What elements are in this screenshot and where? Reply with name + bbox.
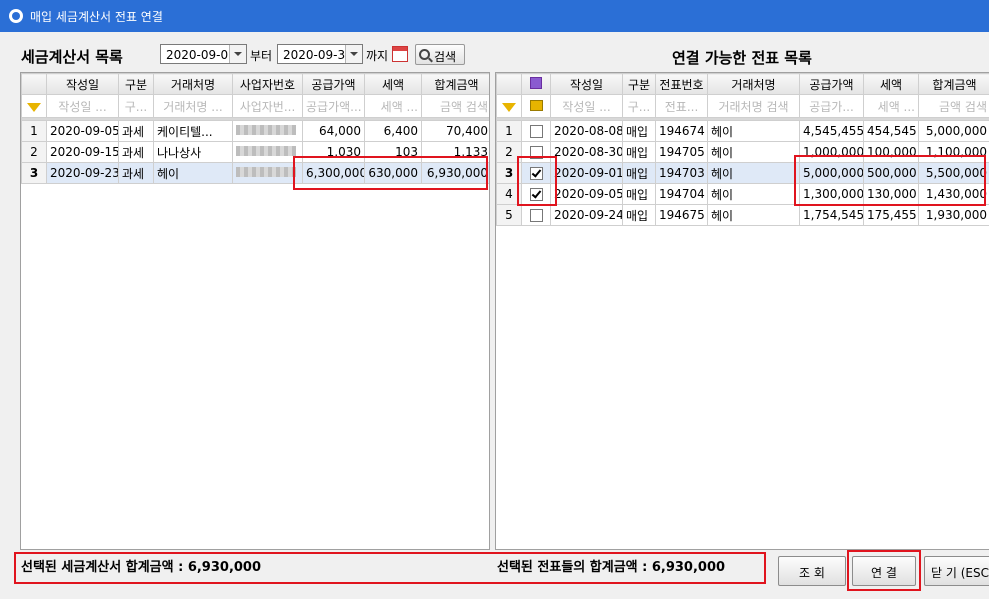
select-all-checkbox[interactable] [521,73,551,95]
to-label: 까지 [366,49,389,63]
col-header-total[interactable]: 합계금액 [918,73,989,95]
filter-total[interactable]: 금액 검색 [421,94,489,118]
filter-check-cell[interactable] [521,94,551,118]
table-row[interactable]: 5 2020-09-24 매입 194675 헤이 1,754,545 175,… [496,204,989,226]
filter-total[interactable]: 금액 검색 [918,94,989,118]
col-header-supply[interactable]: 공급가액 [799,73,864,95]
masked-bizno [232,162,303,184]
app-icon [9,9,23,23]
filter-cell[interactable] [21,94,47,118]
filter-type[interactable]: 구... [622,94,656,118]
search-button[interactable]: 검색 [415,44,465,65]
col-header-bizno[interactable]: 사업자번호 [232,73,303,95]
annotation-box-slip-amounts [794,155,986,206]
window-title: 매입 세금계산서 전표 연결 [30,10,163,24]
col-header-supply[interactable]: 공급가액 [302,73,365,95]
masked-bizno [232,120,303,142]
filter-supply[interactable]: 공급가... [799,94,864,118]
filter-supply[interactable]: 공급가액... [302,94,365,118]
filter-type[interactable]: 구... [118,94,154,118]
row-number-header [21,73,47,95]
col-header-slip-no[interactable]: 전표번호 [655,73,708,95]
filter-tax[interactable]: 세액 ... [364,94,422,118]
filter-vendor[interactable]: 거래처명 ... [153,94,233,118]
annotation-box-invoice-amounts [293,156,488,190]
checkbox-icon[interactable] [529,125,543,138]
masked-bizno [232,141,303,163]
filter-date[interactable]: 작성일 ... [550,94,623,118]
query-button[interactable]: 조 회 [778,556,846,586]
dropdown-icon[interactable] [345,45,362,63]
lock-icon[interactable] [529,100,543,111]
filter-tax[interactable]: 세액 ... [863,94,919,118]
col-header-type[interactable]: 구분 [622,73,656,95]
invoice-list-heading: 세금계산서 목록 [21,48,123,66]
col-header-type[interactable]: 구분 [118,73,154,95]
col-header-date[interactable]: 작성일 [550,73,623,95]
calendar-icon[interactable] [392,46,408,62]
col-header-total[interactable]: 합계금액 [421,73,489,95]
title-bar: 매입 세금계산서 전표 연결 [0,0,989,32]
connect-button[interactable]: 연 결 [852,556,916,586]
filter-icon[interactable] [27,103,41,112]
row-number-header [496,73,522,95]
col-header-tax[interactable]: 세액 [364,73,422,95]
filter-date[interactable]: 작성일 ... [46,94,119,118]
selected-invoice-total: 선택된 세금계산서 합계금액 : 6,930,000 [21,560,262,575]
date-to-field[interactable]: 2020-09-30 [277,44,363,64]
invoice-grid: 작성일 구분 거래처명 사업자번호 공급가액 세액 합계금액 작성일 ... 구… [20,72,490,550]
filter-cell[interactable] [496,94,522,118]
dialog-window: 매입 세금계산서 전표 연결 세금계산서 목록 2020-09-01 부터 20… [0,0,989,599]
slip-list-heading: 연결 가능한 전표 목록 [672,49,812,67]
checkbox-icon[interactable] [529,209,543,222]
col-header-date[interactable]: 작성일 [46,73,119,95]
filter-bizno[interactable]: 사업자번... [232,94,303,118]
checkbox-icon[interactable] [530,76,542,89]
close-button[interactable]: 닫 기 (ESC [924,556,989,586]
dropdown-icon[interactable] [229,45,246,63]
col-header-vendor[interactable]: 거래처명 [707,73,800,95]
table-row[interactable]: 1 2020-08-08 매입 194674 헤이 4,545,455 454,… [496,120,989,142]
filter-slip-no[interactable]: 전표... [655,94,708,118]
search-icon [419,49,430,60]
selected-slips-total: 선택된 전표들의 합계금액 : 6,930,000 [497,560,726,575]
filter-icon[interactable] [502,103,516,112]
col-header-vendor[interactable]: 거래처명 [153,73,233,95]
from-label: 부터 [250,49,273,63]
date-from-field[interactable]: 2020-09-01 [160,44,247,64]
filter-vendor[interactable]: 거래처명 검색 [707,94,800,118]
annotation-box-checkboxes [517,156,557,206]
slip-grid: 작성일 구분 전표번호 거래처명 공급가액 세액 합계금액 작성일 ... 구.… [495,72,989,550]
col-header-tax[interactable]: 세액 [863,73,919,95]
table-row[interactable]: 1 2020-09-05 과세 케이티텔... 64,000 6,400 70,… [21,120,489,142]
